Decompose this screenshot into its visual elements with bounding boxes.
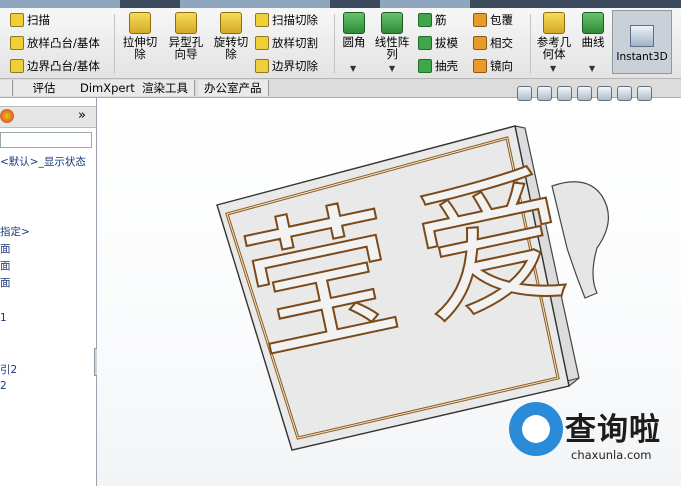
ribbon-divider	[530, 14, 531, 74]
tree-item-face[interactable]: 面	[0, 275, 11, 290]
sweep-icon	[10, 13, 24, 27]
top-strip	[0, 0, 681, 8]
draft-icon	[418, 36, 432, 50]
watermark-brand: 查询啦	[565, 412, 661, 448]
linear-pattern-button[interactable]: 线性阵列	[373, 12, 411, 60]
tab-dimxpert[interactable]: DimXpert	[74, 80, 142, 96]
tree-item-display-state[interactable]: <默认>_显示状态	[0, 154, 86, 169]
intersect-button[interactable]: 相交	[473, 35, 513, 51]
intersect-icon	[473, 36, 487, 50]
curves-icon	[582, 12, 604, 34]
collapse-panel-icon[interactable]: »	[78, 108, 86, 123]
engraved-character: 莹	[230, 181, 415, 384]
display-style-icon[interactable]	[617, 86, 632, 101]
linear-pattern-icon	[381, 12, 403, 34]
view-orientation-icon[interactable]	[597, 86, 612, 101]
watermark: 查询啦 chaxunla.com	[505, 398, 675, 476]
shell-icon	[418, 59, 432, 73]
wrap-icon	[473, 13, 487, 27]
watermark-url: chaxunla.com	[571, 448, 652, 462]
panel-tab-icon[interactable]	[0, 109, 14, 123]
extruded-cut-icon	[129, 12, 151, 34]
ribbon-divider	[114, 14, 115, 74]
shell-button[interactable]: 抽壳	[418, 58, 458, 74]
wrap-button[interactable]: 包覆	[473, 12, 513, 28]
boundary-boss-button[interactable]: 边界凸台/基体	[10, 58, 100, 74]
hole-wizard-icon	[175, 12, 197, 34]
tab-hidden[interactable]	[0, 80, 13, 96]
fillet-dropdown-icon[interactable]: ▼	[350, 64, 356, 73]
pattern-dropdown-icon[interactable]: ▼	[389, 64, 395, 73]
loft-boss-button[interactable]: 放样凸台/基体	[10, 35, 100, 51]
chaxunla-logo-icon	[509, 402, 563, 456]
reference-geometry-icon	[543, 12, 565, 34]
tree-item[interactable]: 1	[0, 312, 7, 324]
panel-header: »	[0, 106, 96, 128]
tree-item-face[interactable]: 面	[0, 241, 11, 256]
instant3d-button[interactable]: Instant3D	[612, 10, 672, 74]
title-tab	[0, 0, 120, 8]
fillet-icon	[343, 12, 365, 34]
reference-geometry-button[interactable]: 参考几何体	[534, 12, 574, 60]
tree-filter-input[interactable]	[0, 132, 92, 148]
title-tab	[180, 0, 330, 8]
tab-office-products[interactable]: 办公室产品	[198, 80, 269, 96]
draft-button[interactable]: 拔模	[418, 35, 458, 51]
extruded-cut-button[interactable]: 拉伸切除	[120, 12, 160, 60]
revolved-cut-button[interactable]: 旋转切除	[210, 12, 252, 60]
section-view-icon[interactable]	[577, 86, 592, 101]
lofted-cut-icon	[255, 36, 269, 50]
boundary-cut-button[interactable]: 边界切除	[255, 58, 318, 74]
reference-geometry-dropdown-icon[interactable]: ▼	[550, 64, 556, 73]
mirror-button[interactable]: 镜向	[473, 58, 513, 74]
tab-evaluate[interactable]: 评估	[14, 80, 75, 96]
swept-cut-icon	[255, 13, 269, 27]
loft-icon	[10, 36, 24, 50]
tree-item[interactable]: 2	[0, 380, 7, 392]
hide-show-items-icon[interactable]	[637, 86, 652, 101]
hole-wizard-button[interactable]: 异型孔向导	[165, 12, 207, 60]
tab-render-tools[interactable]: 渲染工具	[136, 80, 195, 96]
rib-icon	[418, 13, 432, 27]
sweep-button[interactable]: 扫描	[10, 12, 50, 28]
tree-item[interactable]: 引2	[0, 362, 17, 377]
lofted-cut-button[interactable]: 放样切割	[255, 35, 318, 51]
revolved-cut-icon	[220, 12, 242, 34]
boundary-icon	[10, 59, 24, 73]
heads-up-view-toolbar	[517, 86, 652, 101]
curves-button[interactable]: 曲线	[578, 12, 608, 48]
instant3d-icon	[630, 25, 654, 47]
engraved-character: 爱	[400, 146, 585, 349]
title-tab	[380, 0, 470, 8]
feature-manager-panel: » <默认>_显示状态 指定> 面 面 面 1 引2 2	[0, 98, 99, 486]
ribbon-divider	[334, 14, 335, 74]
swept-cut-button[interactable]: 扫描切除	[255, 12, 318, 28]
tree-item-face[interactable]: 面	[0, 258, 11, 273]
mirror-icon	[473, 59, 487, 73]
rib-button[interactable]: 筋	[418, 12, 447, 28]
zoom-to-area-icon[interactable]	[537, 86, 552, 101]
curves-dropdown-icon[interactable]: ▼	[589, 64, 595, 73]
zoom-to-fit-icon[interactable]	[517, 86, 532, 101]
fillet-button[interactable]: 圆角	[338, 12, 370, 48]
tree-item[interactable]: 指定>	[0, 224, 30, 239]
previous-view-icon[interactable]	[557, 86, 572, 101]
commandmanager-ribbon: 扫描 放样凸台/基体 边界凸台/基体 拉伸切除 异型孔向导 旋转切除 扫描切除 …	[0, 8, 681, 79]
boundary-cut-icon	[255, 59, 269, 73]
